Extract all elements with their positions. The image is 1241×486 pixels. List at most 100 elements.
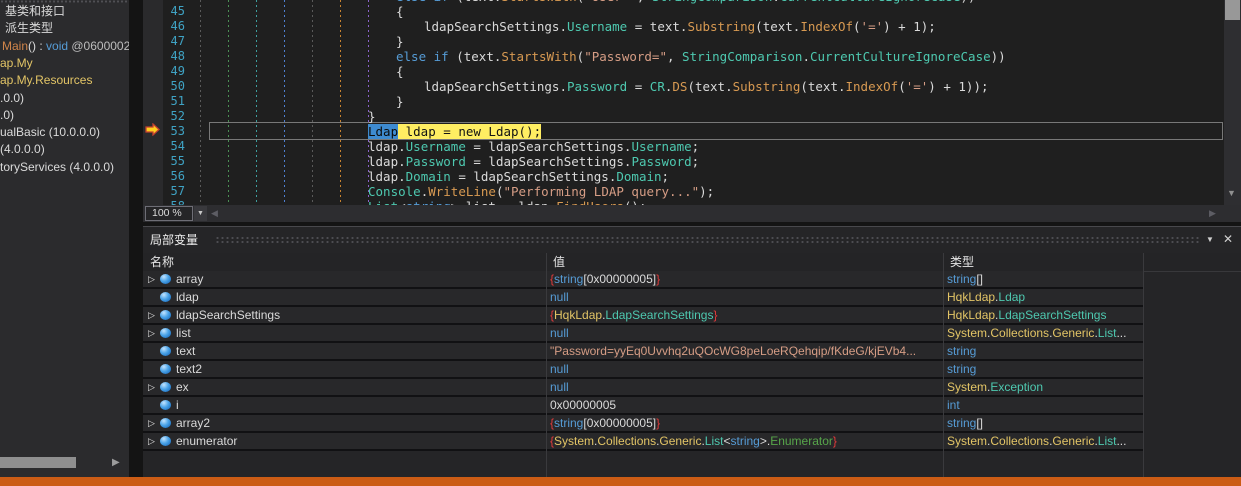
text-span: ( [898,79,906,94]
text-span: . [772,0,780,4]
expander-icon[interactable]: ▷ [148,416,155,430]
zoom-dropdown-button[interactable]: ▼ [194,206,207,221]
column-divider[interactable] [1143,253,1144,478]
code-line[interactable]: else if (text.StartsWith("Password=", St… [396,49,1006,64]
text-span: HqkLdap [947,308,995,322]
text-span: ; [692,154,700,169]
expander-icon[interactable]: ▷ [148,308,155,322]
column-header-value[interactable]: 值 [546,253,950,271]
locals-row[interactable]: ▷enumerator{System.Collections.Generic.L… [143,433,1143,451]
tree-item[interactable]: toryServices (4.0.0.0) [0,159,114,176]
text-span: HqkLdap [947,290,995,304]
code-line[interactable]: ldap.Domain = ldapSearchSettings.Domain; [368,169,669,184]
text-span: CR [650,79,665,94]
text-span: Console [368,184,421,199]
text-span: Exception [990,380,1043,394]
variable-name: list [176,325,541,341]
code-line[interactable]: } [368,109,376,124]
tree-item[interactable]: ap.My [0,55,33,72]
scrollbar-corner [1224,205,1241,222]
text-span: { [396,4,404,19]
scrollbar-thumb[interactable] [0,457,76,468]
text-span: < [723,434,730,448]
locals-row[interactable]: ▷array2{string[0x00000005]}string[] [143,415,1143,433]
tree-item[interactable]: 派生类型 [5,20,53,37]
text-span: [0x00000005] [583,272,656,286]
code-line[interactable]: ldapSearchSettings.Password = CR.DS(text… [424,79,989,94]
zoom-level-control[interactable]: 100 % [145,206,193,221]
editor-vertical-scrollbar[interactable]: ▼ [1224,0,1241,205]
code-line[interactable]: } [396,34,404,49]
tree-item[interactable]: .0) [0,107,14,124]
panel-close-icon[interactable]: ✕ [1223,230,1233,248]
expander-icon[interactable]: ▷ [148,272,155,286]
text-span: LdapSearchSettings [605,308,713,322]
code-text-area[interactable]: else if (text.StartsWith("User=", String… [143,0,1224,205]
text-span: null [550,326,569,340]
text-span: StringComparison [682,49,802,64]
code-line[interactable]: } [396,94,404,109]
column-divider[interactable] [546,253,547,478]
scroll-right-icon[interactable]: ▶ [112,456,120,470]
text-span: else [396,49,426,64]
text-span: string [947,344,976,358]
code-line[interactable]: ldap.Username = ldapSearchSettings.Usern… [368,139,699,154]
column-divider[interactable] [943,253,944,478]
locals-row[interactable]: text"Password=yyEq0Uvvhq2uQOcWG8peLoeRQe… [143,343,1143,361]
tree-item[interactable]: Main() : void @0600002 [2,38,129,55]
column-header-name[interactable]: 名称 [143,253,553,271]
text-span: (4.0.0.0) [0,142,45,156]
variable-value: null [550,361,940,377]
code-line[interactable]: ldapSearchSettings.Username = text.Subst… [424,19,936,34]
panel-menu-caret-icon[interactable]: ▼ [1206,232,1214,248]
locals-row[interactable]: ▷ldapSearchSettings{HqkLdap.LdapSearchSe… [143,307,1143,325]
locals-row[interactable]: ▷exnullSystem.Exception [143,379,1143,397]
code-line[interactable]: Console.WriteLine("Performing LDAP query… [368,184,714,199]
scrollbar-thumb[interactable] [1225,0,1240,20]
text-span: . [802,49,810,64]
tree-horizontal-scrollbar[interactable]: ▶ [0,455,129,471]
variable-type: string [947,343,1141,359]
code-line[interactable]: { [396,64,404,79]
expander-icon[interactable]: ▷ [148,434,155,448]
locals-row[interactable]: ▷listnullSystem.Collections.Generic.List… [143,325,1143,343]
tree-item[interactable]: (4.0.0.0) [0,141,45,158]
variable-type: HqkLdap.LdapSearchSettings [947,307,1141,323]
column-header-type[interactable]: 类型 [943,253,1150,271]
locals-row[interactable]: i0x00000005int [143,397,1143,415]
text-span: IndexOf [846,79,899,94]
text-span: } [833,434,837,448]
text-span: (text. [449,0,502,4]
variable-icon [160,364,171,374]
expander-icon[interactable]: ▷ [148,326,155,340]
scroll-left-icon[interactable]: ◀ [211,208,218,219]
scroll-down-icon[interactable]: ▼ [1227,188,1236,198]
debug-status-bar [0,477,1241,486]
editor-horizontal-scrollbar[interactable]: 100 % ▼ ◀ ▶ [143,205,1224,222]
text-span: (text. [800,79,845,94]
code-line[interactable]: ldap.Password = ldapSearchSettings.Passw… [368,154,699,169]
code-line[interactable]: { [396,4,404,19]
code-line[interactable]: else if (text.StartsWith("User=", String… [396,0,976,4]
panel-grip[interactable] [215,236,1200,243]
text-span: ) + 1); [883,19,936,34]
text-span: Ldap [368,124,398,139]
text-span: void [46,39,68,53]
variable-type: string [947,361,1141,377]
text-span: [0x00000005] [583,416,656,430]
scroll-right-icon[interactable]: ▶ [1209,208,1216,219]
tree-item[interactable]: ap.My.Resources [0,72,92,89]
variable-name: ex [176,379,541,395]
code-editor[interactable]: 444546474849505152535455565758 else if (… [143,0,1241,222]
tree-item[interactable]: 基类和接口 [5,3,65,20]
locals-row[interactable]: ▷array{string[0x00000005]}string[] [143,271,1143,289]
expander-icon[interactable]: ▷ [148,380,155,394]
text-span: ... [1116,434,1126,448]
locals-row[interactable]: text2nullstring [143,361,1143,379]
text-span: IndexOf [800,19,853,34]
tree-item[interactable]: ualBasic (10.0.0.0) [0,124,100,141]
variable-icon [160,310,171,320]
tree-item[interactable]: .0.0) [0,90,24,107]
code-line[interactable]: Ldap ldap = new Ldap(); [368,124,541,139]
locals-row[interactable]: ldapnullHqkLdap.Ldap [143,289,1143,307]
